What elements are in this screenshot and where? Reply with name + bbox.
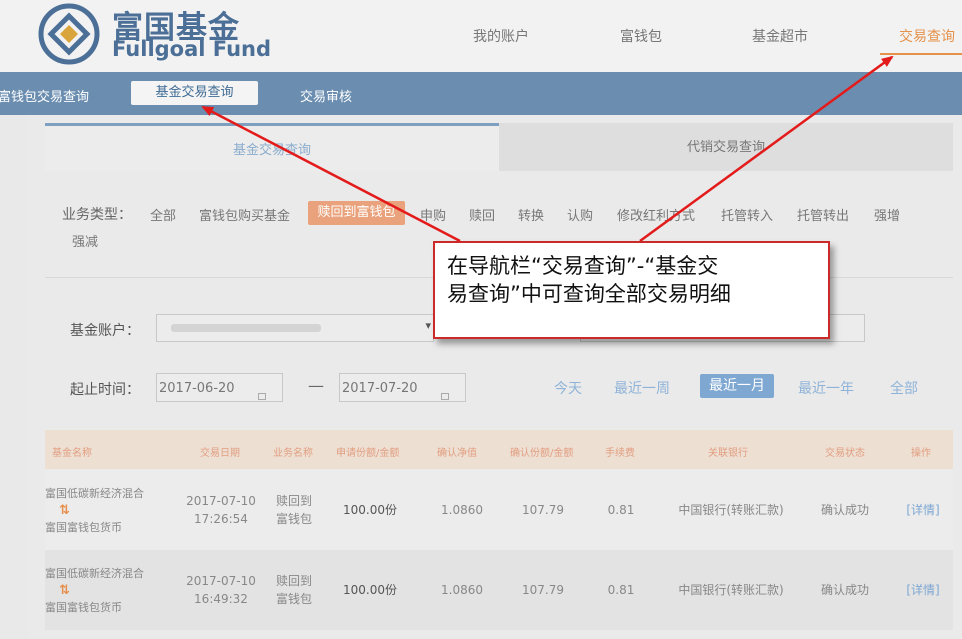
arrow-to-trade-query xyxy=(639,55,894,243)
callout-line1: 在导航栏“交易查询”-“基金交 xyxy=(447,254,719,278)
annotation-callout: 在导航栏“交易查询”-“基金交 易查询”中可查询全部交易明细 xyxy=(433,241,830,339)
callout-line2: 易查询”中可查询全部交易明细 xyxy=(447,282,731,306)
arrow-to-fund-query xyxy=(201,105,461,243)
